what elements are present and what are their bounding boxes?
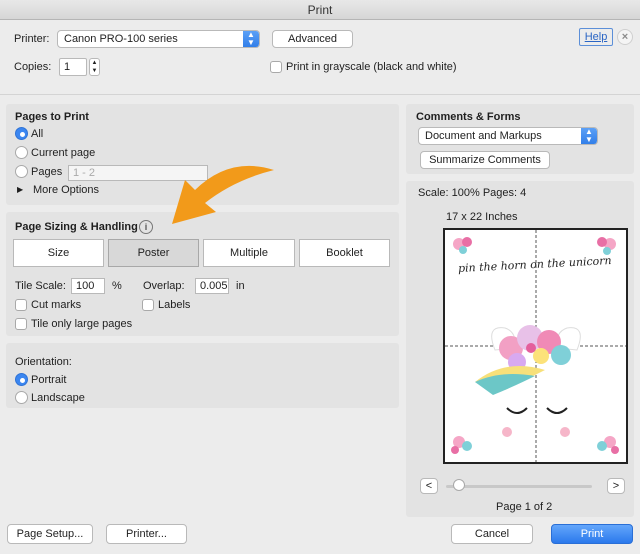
cut-marks-label: Cut marks	[31, 299, 82, 311]
preview-prev-button[interactable]: <	[420, 478, 438, 494]
tile-large-label: Tile only large pages	[31, 318, 133, 330]
comments-select[interactable]: Document and Markups ▲ ▼	[418, 127, 598, 145]
more-options-label[interactable]: More Options	[33, 184, 99, 196]
comments-select-value: Document and Markups	[425, 130, 542, 142]
chevron-updown-icon: ▲ ▼	[581, 128, 597, 144]
radio-current-page[interactable]	[15, 146, 28, 159]
page-sizing-title: Page Sizing & Handling	[15, 221, 138, 233]
radio-pages[interactable]	[15, 165, 28, 178]
help-link[interactable]: Help	[579, 28, 613, 46]
printer-label: Printer:	[14, 33, 50, 45]
print-button[interactable]: Print	[551, 524, 633, 544]
radio-portrait[interactable]	[15, 373, 28, 386]
overlap-label: Overlap:	[143, 280, 185, 292]
summarize-comments-button[interactable]: Summarize Comments	[420, 151, 550, 169]
disclosure-triangle-icon[interactable]: ▶	[17, 185, 23, 194]
radio-all-label: All	[31, 128, 44, 140]
preview-next-button[interactable]: >	[607, 478, 625, 494]
radio-current-page-label: Current page	[31, 147, 96, 159]
grayscale-label: Print in grayscale (black and white)	[286, 61, 457, 73]
close-icon[interactable]: ×	[617, 29, 633, 45]
page-indicator: Page 1 of 2	[496, 501, 553, 513]
copies-label: Copies:	[14, 61, 52, 73]
copies-stepper[interactable]: ▲ ▼	[89, 58, 100, 76]
comments-title: Comments & Forms	[416, 111, 521, 123]
page-slider-thumb[interactable]	[453, 479, 465, 491]
preview-sheet: pin the horn on the unicorn	[443, 228, 628, 464]
tab-multiple[interactable]: Multiple	[203, 239, 295, 267]
tab-booklet[interactable]: Booklet	[299, 239, 390, 267]
chevron-updown-icon: ▲ ▼	[243, 31, 259, 47]
window-title: Print	[0, 0, 640, 20]
radio-all[interactable]	[15, 127, 28, 140]
tab-poster[interactable]: Poster	[108, 239, 199, 267]
preview-scale-text: Scale: 100% Pages: 4	[418, 187, 527, 199]
pages-to-print-title: Pages to Print	[15, 111, 89, 123]
labels-checkbox[interactable]	[142, 299, 154, 311]
cancel-button[interactable]: Cancel	[451, 524, 533, 544]
page-setup-button[interactable]: Page Setup...	[7, 524, 93, 544]
tab-size[interactable]: Size	[13, 239, 104, 267]
printer-select-value: Canon PRO-100 series	[64, 33, 178, 45]
artwork-title: pin the horn on the unicorn	[458, 254, 612, 275]
advanced-button[interactable]: Advanced	[272, 30, 353, 48]
tile-scale-label: Tile Scale:	[15, 280, 66, 292]
grayscale-checkbox[interactable]	[270, 61, 282, 73]
cut-marks-checkbox[interactable]	[15, 299, 27, 311]
radio-landscape-label: Landscape	[31, 392, 85, 404]
radio-portrait-label: Portrait	[31, 374, 67, 386]
copies-input[interactable]: 1	[59, 58, 87, 76]
annotation-arrow-icon	[172, 165, 274, 224]
tile-scale-unit: %	[112, 280, 122, 292]
unicorn-artwork: pin the horn on the unicorn	[445, 230, 626, 462]
tile-scale-input[interactable]: 100	[71, 278, 105, 294]
radio-pages-label: Pages	[31, 166, 63, 178]
page-slider-track[interactable]	[446, 485, 592, 488]
radio-landscape[interactable]	[15, 391, 28, 404]
printer-select[interactable]: Canon PRO-100 series ▲ ▼	[57, 30, 260, 48]
printer-button[interactable]: Printer...	[106, 524, 187, 544]
overlap-input[interactable]: 0.005	[195, 278, 229, 294]
labels-label: Labels	[158, 299, 191, 311]
overlap-unit: in	[236, 280, 245, 292]
tile-large-checkbox[interactable]	[15, 318, 27, 330]
orientation-title: Orientation:	[15, 356, 72, 368]
preview-size-text: 17 x 22 Inches	[446, 211, 518, 223]
